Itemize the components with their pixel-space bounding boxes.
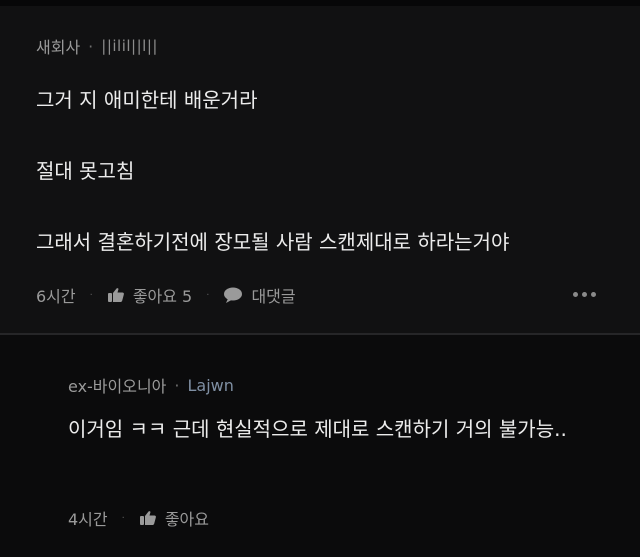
reply-like-button[interactable]: 좋아요 [139,506,209,530]
meta-separator: · [206,289,210,301]
more-dots-icon [591,292,596,297]
more-dots-icon [582,292,587,297]
speech-bubble-icon [223,286,243,304]
reply-author-tag: Lajwn [187,375,234,395]
reply-like-label: 좋아요 [164,510,209,529]
reply-author-name[interactable]: ex-바이오니아 [68,373,166,397]
comment-text-line-3: 그래서 결혼하기전에 장모될 사람 스캔제대로 하라는거야 [36,230,510,254]
like-button[interactable]: 좋아요 5 [107,283,192,307]
author-separator: · [174,375,180,395]
reply-timestamp: 4시간 [68,510,108,529]
more-options-button[interactable] [573,292,596,297]
author-separator: · [88,36,94,56]
meta-separator: · [121,512,125,524]
reply-label: 대댓글 [251,287,296,306]
reply-text: 이거임 ㅋㅋ 근데 현실적으로 제대로 스캔하기 거의 불가능.. [68,417,567,441]
thumbs-up-icon [107,287,125,303]
comment-text-line-2: 절대 못고침 [36,159,135,183]
comment-author-name[interactable]: 새회사 [36,34,80,58]
comment-author-tag: ||ilil||l|| [101,37,158,55]
reply-meta-row: 4시간 · 좋아요 [68,506,223,530]
thumbs-up-icon [139,510,157,526]
comment-timestamp: 6시간 [36,287,76,306]
comment-meta-row: 6시간 · 좋아요 5 · 대댓글 [36,283,296,307]
more-dots-icon [573,292,578,297]
reply-author-row: ex-바이오니아 · Lajwn [68,373,234,397]
comment-author-row: 새회사 · ||ilil||l|| [36,34,158,58]
reply-button[interactable]: 대댓글 [223,283,296,307]
like-label: 좋아요 5 [132,287,193,306]
comment-text-line-1: 그거 지 애미한테 배운거라 [36,88,258,112]
meta-separator: · [89,289,93,301]
